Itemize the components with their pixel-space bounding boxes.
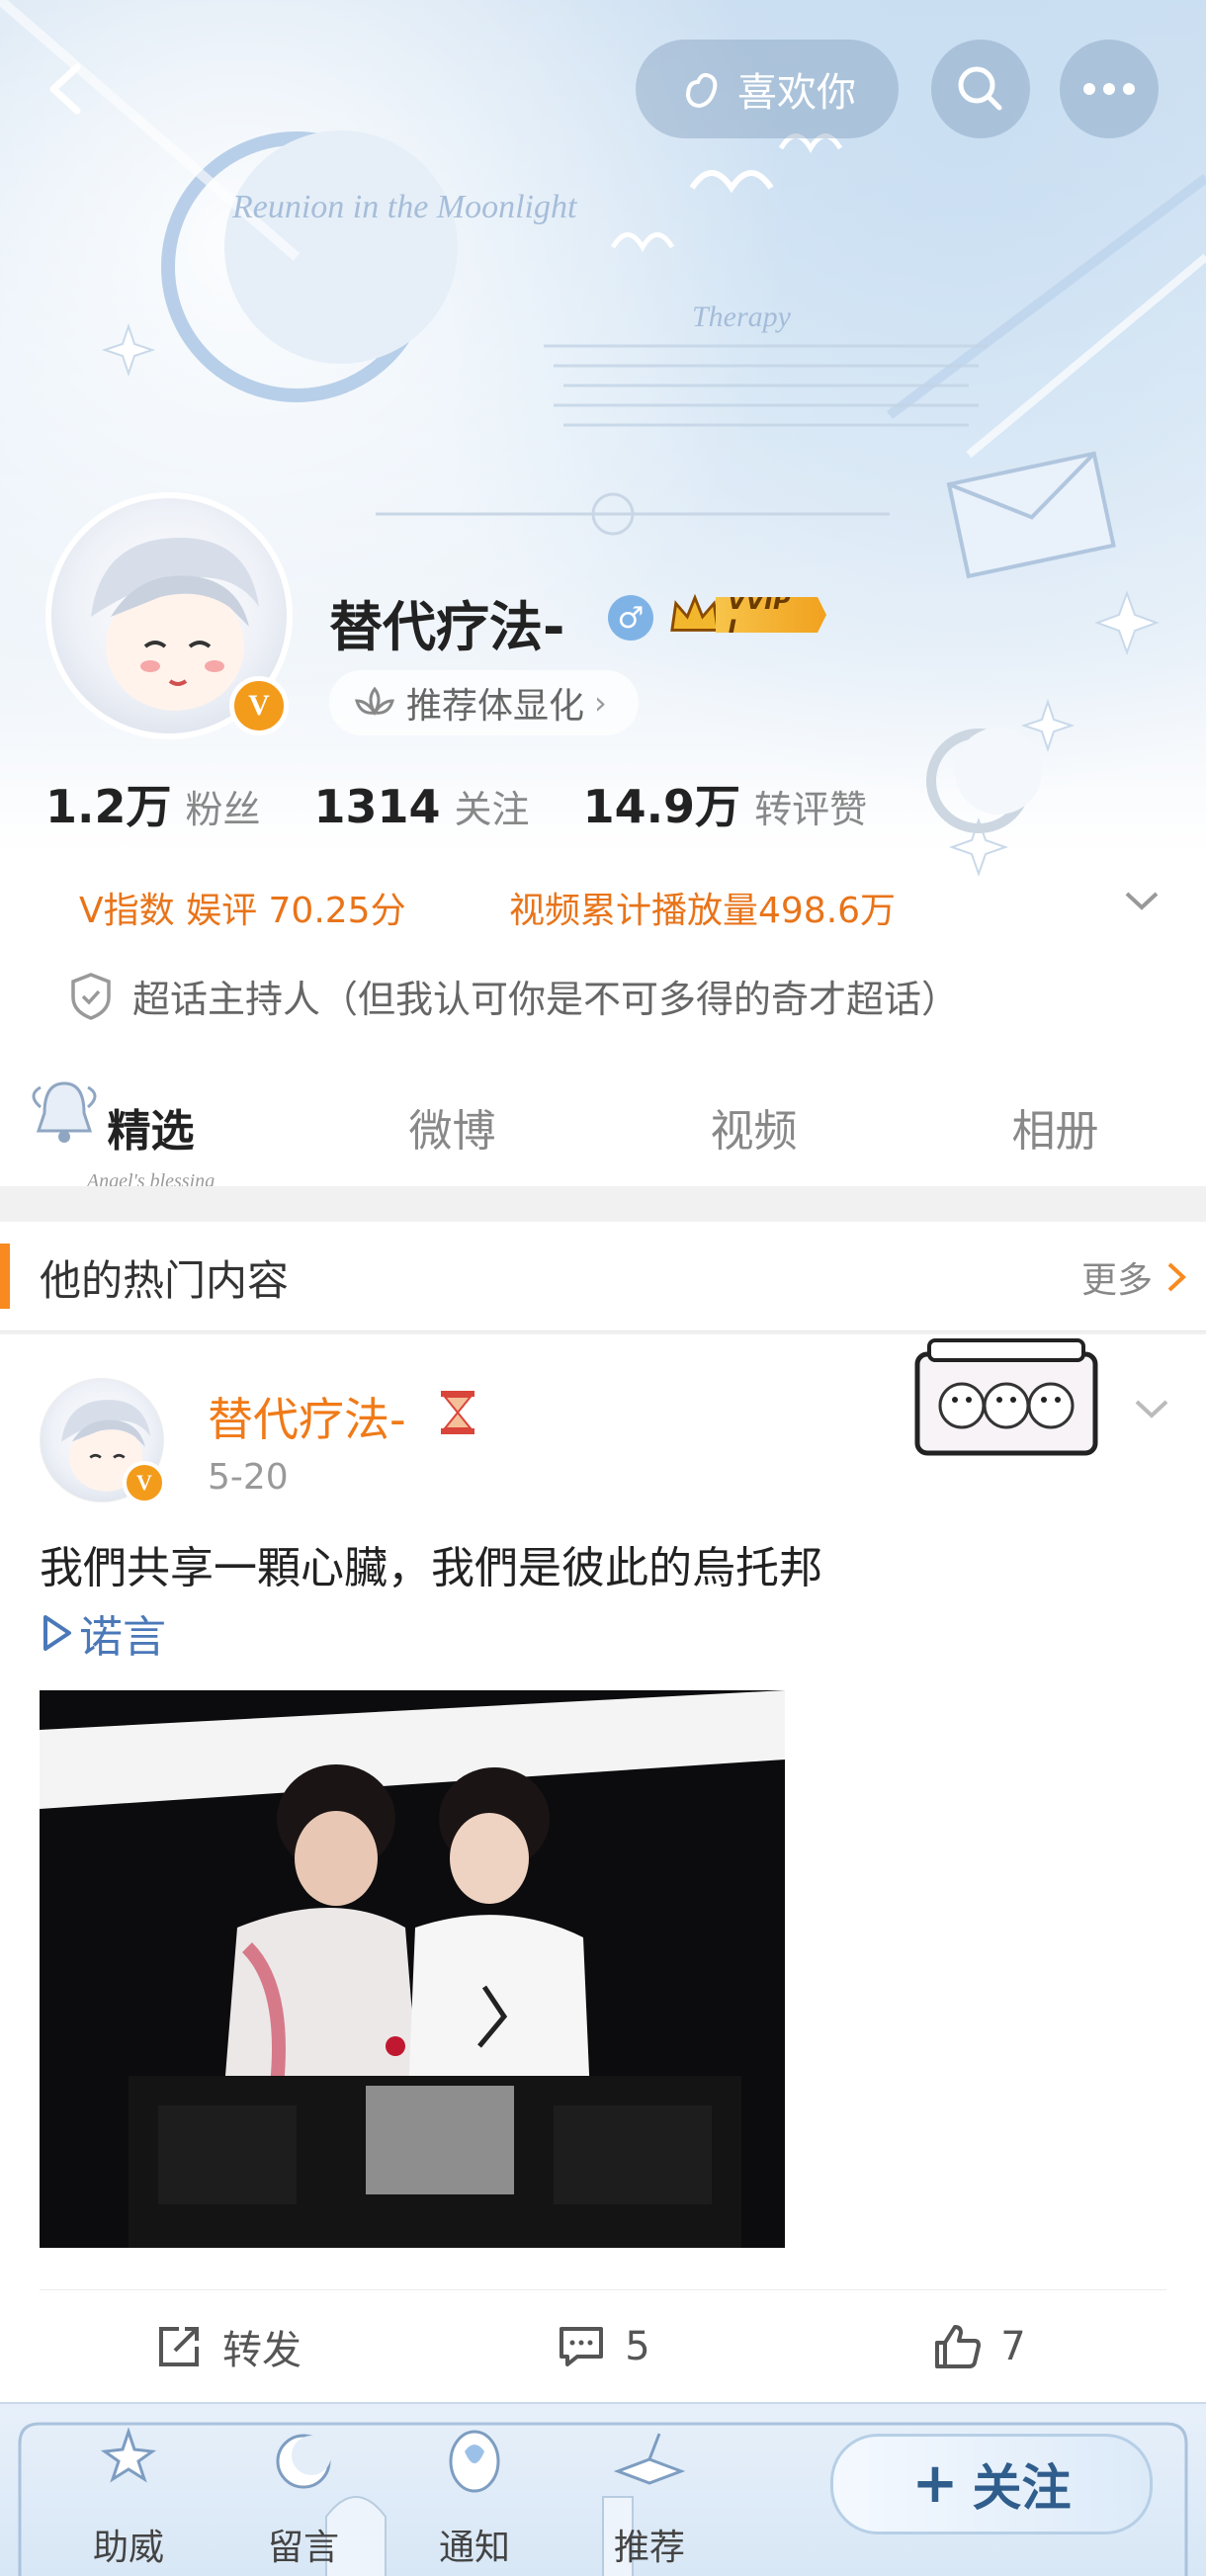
banner-artwork: Reunion in the Moonlight Therapy [0,0,1206,878]
verified-badge-icon: V [123,1461,166,1504]
nav-label: 通知 [438,2528,510,2568]
hot-content-title: 他的热门内容 [40,1256,290,1305]
tab-video[interactable]: 视频 [636,1095,873,1159]
vip-badge[interactable]: VVIP I [668,591,826,639]
nav-message[interactable]: 留言 [229,2404,378,2576]
shield-check-icon [71,972,111,1020]
tab-label: 微博 [408,1106,496,1157]
comment-icon [560,2327,604,2366]
nav-label: 助威 [92,2528,164,2568]
message-icon [276,2434,331,2489]
chevron-down-icon[interactable] [1117,876,1166,925]
like-count: 7 [1000,2324,1026,2369]
book-icon [613,2433,686,2485]
more-link[interactable]: 更多 [1081,1251,1188,1303]
bag-sticker-icon [914,1338,1098,1456]
svg-text:Reunion in the Moonlight: Reunion in the Moonlight [231,189,578,225]
male-icon: ♂ [608,595,653,641]
nav-recommend[interactable]: 推荐 [575,2404,724,2576]
recommend-label: 推荐体显化 [406,686,585,727]
like-you-label: 喜欢你 [737,70,856,116]
music-link[interactable]: 诺言 [40,1601,166,1665]
notice-icon [449,2430,500,2493]
profile-tabs: 精选 Angel's blessing 微博 视频 相册 [0,1068,1206,1186]
nav-label: 留言 [267,2528,339,2568]
tab-script: Angel's blessing [86,1170,215,1186]
bottom-nav: 助威 留言 通知 推荐 + 关注 [0,2402,1206,2576]
tab-label: 精选 [107,1106,195,1157]
post-date: 5-20 [208,1457,289,1498]
profile-highlights: V指数 娱评 70.25分 视频累计播放量498.6万 [79,882,1166,933]
stat-number: 14.9万 [582,780,741,833]
stat-label: 关注 [454,788,530,831]
like-button[interactable]: 7 [791,2321,1166,2372]
stat-fans[interactable]: 1.2万 粉丝 [45,771,261,836]
play-triangle-icon [43,1615,71,1651]
post-avatar[interactable]: V [40,1378,166,1504]
more-button[interactable] [1060,40,1159,138]
nav-notice[interactable]: 通知 [400,2404,549,2576]
stat-interactions[interactable]: 14.9万 转评赞 [583,771,868,836]
back-button[interactable] [30,49,109,129]
tab-label: 视频 [710,1106,798,1157]
supertopic-host[interactable]: 超话主持人（但我认可你是不可多得的奇才超话） [69,969,959,1023]
stat-number: 1314 [313,780,441,833]
more-label: 更多 [1080,1260,1153,1301]
follow-button[interactable]: + 关注 [830,2434,1153,2534]
nav-label: 推荐 [613,2528,685,2568]
post-photo[interactable] [40,1690,785,2248]
svg-text:Therapy: Therapy [692,301,792,333]
post-author-name[interactable]: 替代疗法- [208,1384,406,1449]
stat-following[interactable]: 1314 关注 [314,779,530,833]
like-you-button[interactable]: 喜欢你 [636,40,899,138]
search-button[interactable] [931,40,1030,138]
tab-album[interactable]: 相册 [937,1095,1174,1159]
thumbs-up-icon [935,2325,982,2368]
repost-button[interactable]: 转发 [40,2318,415,2375]
stat-label: 粉丝 [185,788,261,831]
vip-label: VVIP I [715,597,826,633]
hourglass-icon [441,1391,474,1434]
tab-featured[interactable]: 精选 Angel's blessing [32,1081,270,1186]
music-link-label: 诺言 [79,1612,166,1663]
plus-icon: + [911,2451,959,2516]
angel-bell-icon [32,1081,96,1143]
stat-label: 转评赞 [754,788,868,831]
hot-content-header: 他的热门内容 更多 [0,1222,1206,1331]
post-card[interactable]: V 替代疗法- 5-20 我們共享一顆心臟，我們是彼此的烏托邦 诺言 转发 5 … [0,1334,1206,2402]
profile-avatar[interactable]: V [45,492,293,739]
post-text: 我們共享一顆心臟，我們是彼此的烏托邦 [40,1543,822,1593]
back-arrow-icon [49,63,81,115]
repost-label: 转发 [222,2328,302,2373]
section-accent-bar [0,1244,10,1309]
crown-icon [670,593,720,632]
nav-cheer[interactable]: 助威 [54,2404,203,2576]
chevron-right-icon: › [594,684,607,722]
chevron-down-icon[interactable] [1127,1384,1176,1433]
follow-label: 关注 [972,2459,1072,2517]
lotus-icon [355,686,394,717]
supertopic-label: 超话主持人（但我认可你是不可多得的奇才超话） [132,978,960,1021]
share-icon [159,2327,199,2366]
tab-label: 相册 [1011,1106,1099,1157]
stat-number: 1.2万 [45,780,172,833]
hand-heart-icon [685,72,718,109]
profile-stats: 1.2万 粉丝 1314 关注 14.9万 转评赞 [45,771,920,836]
verified-badge-icon: V [229,676,289,735]
comment-button[interactable]: 5 [415,2321,791,2372]
tab-weibo[interactable]: 微博 [334,1095,571,1159]
v-index[interactable]: V指数 娱评 70.25分 [79,882,509,933]
video-plays[interactable]: 视频累计播放量498.6万 [509,882,896,933]
search-icon [958,66,1002,111]
profile-name: 替代疗法- [329,596,565,658]
post-actions: 转发 5 7 [40,2289,1166,2403]
recommend-pill[interactable]: 推荐体显化 › [329,670,639,735]
cheer-icon [100,2427,157,2483]
more-dots-icon [1083,83,1135,95]
comment-count: 5 [625,2324,650,2369]
concert-photo [40,1690,785,2248]
profile-header: Reunion in the Moonlight Therapy 喜欢你 V 替… [0,0,1206,1186]
chevron-right-icon [1167,1262,1186,1292]
